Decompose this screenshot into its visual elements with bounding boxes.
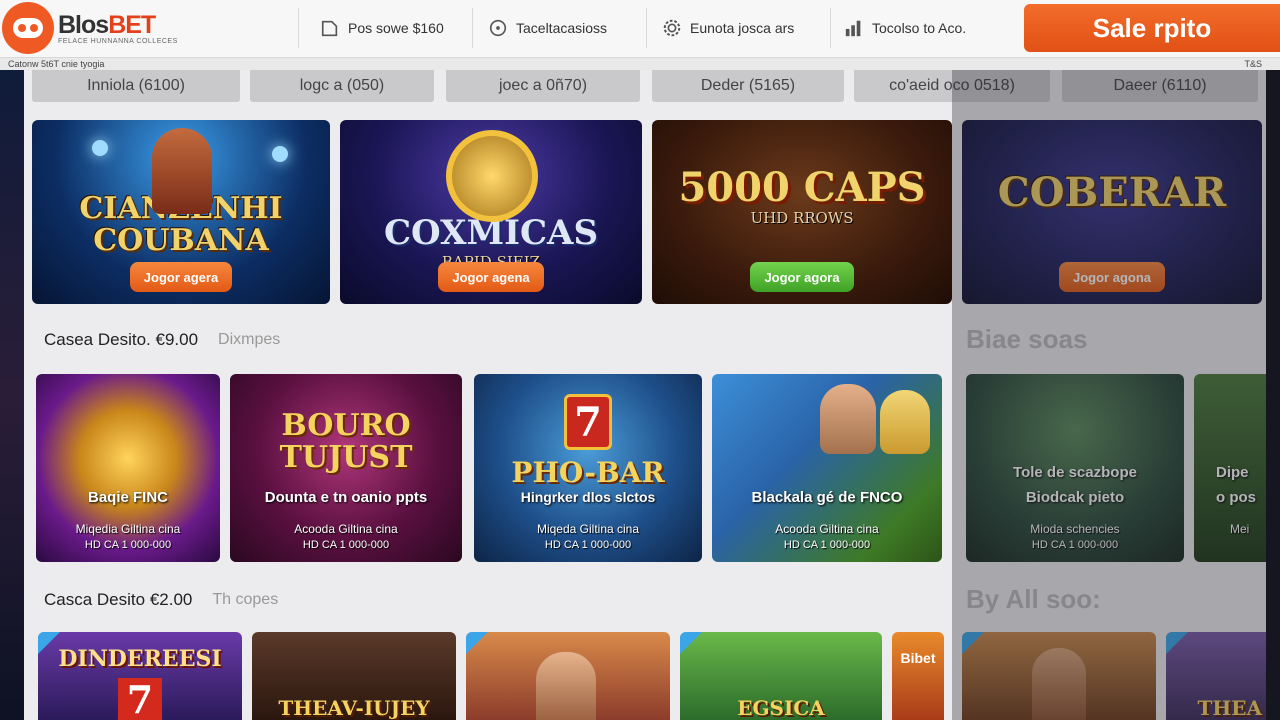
card-jackpot: HD CA 1 000-000	[1031, 539, 1119, 551]
signup-button[interactable]: Sale rpito	[1024, 4, 1280, 52]
settings-icon	[662, 18, 682, 38]
top-header: BlosBET FELACE HUNNANNA COLLECES Pos sow…	[0, 0, 1280, 58]
tile-title: THEA	[1197, 696, 1262, 720]
logo-name: BlosBET	[58, 10, 156, 39]
new-badge-icon	[466, 632, 488, 654]
nav-item-promos[interactable]: Eunota josca ars	[662, 10, 794, 46]
game-card-4[interactable]: Blackala gé de FNCO Acooda Giltina cina …	[712, 374, 942, 562]
card-title: Hingrker dlos slctos	[520, 489, 656, 505]
play-now-button[interactable]: Jogor agena	[438, 262, 544, 292]
tab-category-2[interactable]: logc a (050)	[250, 70, 434, 102]
banner-title: 5000 CAPS	[678, 164, 926, 211]
game-tile-2[interactable]: THEAV-IUJEY	[252, 632, 456, 720]
document-icon	[320, 18, 340, 38]
game-card-1[interactable]: Baqie FINC Miqedia Giltina cina HD CA 1 …	[36, 374, 220, 562]
game-card-3[interactable]: 7 PHO-BAR Hingrker dlos slctos Miqeda Gi…	[474, 374, 702, 562]
card-title: Tole de scazbope	[1013, 464, 1137, 481]
side-section-title: Biae soas	[966, 324, 1088, 354]
game-card-5[interactable]: Tole de scazbope Biodcak pieto Mioda sch…	[966, 374, 1184, 562]
card-subtitle: Biodcak pieto	[1025, 489, 1125, 506]
game-tile-6[interactable]	[962, 632, 1156, 720]
new-badge-icon	[962, 632, 984, 654]
new-badge-icon	[1166, 632, 1188, 654]
nav-divider	[298, 8, 299, 48]
section-header-2: Casca Desito €2.00 Th copes	[44, 584, 278, 616]
tab-category-5[interactable]: co'aeid oco 0518)	[854, 70, 1050, 102]
card-meta: Mei	[1230, 522, 1250, 536]
tab-category-3[interactable]: joec a 0ñ70)	[446, 70, 640, 102]
character-art	[1032, 648, 1086, 720]
card-subtitle: o pos	[1216, 489, 1256, 506]
background-edge	[1266, 70, 1280, 720]
card-jackpot: HD CA 1 000-000	[544, 539, 632, 551]
nav-item-games[interactable]: Taceltacasioss	[488, 10, 607, 46]
tile-title: EGSICA	[737, 696, 825, 720]
nav-divider	[472, 8, 473, 48]
game-tile-5[interactable]: Bibet	[892, 632, 944, 720]
card-logo: PHO-BAR	[511, 456, 665, 489]
tab-category-1[interactable]: Inniola (6100)	[32, 70, 240, 102]
tile-title: THEAV-IUJEY	[278, 696, 430, 720]
game-card-6[interactable]: Dipe o pos Mei	[1194, 374, 1266, 562]
character-art	[880, 390, 930, 454]
tile-title: Bibet	[900, 650, 936, 666]
section-title: Casca Desito €2.00	[44, 590, 193, 609]
card-logo: BOURO TUJUST	[279, 408, 413, 475]
card-title: Dipe	[1216, 464, 1249, 481]
game-tile-3[interactable]	[466, 632, 670, 720]
nav-divider	[646, 8, 647, 48]
tile-title: DINDEREESI	[58, 646, 222, 672]
play-now-button[interactable]: Jogor agona	[1058, 262, 1165, 292]
banner-subtitle: UHD RROWS	[750, 209, 854, 227]
card-title: Baqie FINC	[87, 489, 168, 506]
dice-icon	[488, 18, 508, 38]
nav-divider	[830, 8, 831, 48]
nav-item-deposit[interactable]: Pos sowe $160	[320, 10, 444, 46]
game-tile-7[interactable]: THEA	[1166, 632, 1266, 720]
tab-category-4[interactable]: Deder (5165)	[652, 70, 844, 102]
seven-symbol-icon: 7	[118, 678, 162, 720]
logo-mark-icon	[2, 2, 54, 54]
card-meta: Miqedia Giltina cina	[75, 522, 181, 536]
card-jackpot: HD CA 1 000-000	[302, 539, 390, 551]
card-meta: Mioda schencies	[1030, 522, 1120, 536]
section-link[interactable]: Th copes	[212, 591, 278, 609]
card-meta: Miqeda Giltina cina	[536, 522, 640, 536]
character-art	[536, 652, 596, 720]
nav-item-contact[interactable]: Tocolso to Aco.	[844, 10, 966, 46]
card-title: Dounta e tn oanio ppts	[264, 489, 428, 506]
brand-logo[interactable]: BlosBET FELACE HUNNANNA COLLECES	[0, 0, 200, 56]
play-now-button[interactable]: Jogor agora	[750, 262, 854, 292]
side-section-title: By All soo:	[966, 584, 1101, 614]
logo-tagline: FELACE HUNNANNA COLLECES	[58, 37, 178, 45]
section-title: Casea Desito. €9.00	[44, 330, 199, 349]
character-art	[152, 128, 212, 214]
card-jackpot: HD CA 1 000-000	[84, 539, 172, 551]
new-badge-icon	[680, 632, 702, 654]
banner-game-1[interactable]: CIANZENHI COUBANA Jogor agera	[32, 120, 330, 304]
section-header-1: Casea Desito. €9.00 Dixmpes	[44, 324, 280, 356]
banner-game-2[interactable]: COXMICAS BAPID SIEIZ Jogor agena	[340, 120, 642, 304]
game-card-2[interactable]: BOURO TUJUST Dounta e tn oanio ppts Acoo…	[230, 374, 462, 562]
info-strip: Catonw 5t6T cnie tyogia T&S	[0, 58, 1280, 70]
character-art	[820, 384, 876, 454]
card-jackpot: HD CA 1 000-000	[783, 539, 871, 551]
banner-game-4[interactable]: COBERAR Jogor agona	[962, 120, 1262, 304]
chart-icon	[844, 18, 864, 38]
seven-symbol-icon: 7	[564, 394, 612, 450]
game-tile-4[interactable]: EGSICA	[680, 632, 882, 720]
game-tile-1[interactable]: DINDEREESI 7	[38, 632, 242, 720]
card-meta: Acooda Giltina cina	[294, 522, 398, 536]
tab-category-6[interactable]: Daeer (6110)	[1062, 70, 1258, 102]
banner-title: COBERAR	[997, 168, 1227, 216]
section-link[interactable]: Dixmpes	[218, 331, 280, 349]
card-title: Blackala gé de FNCO	[751, 489, 903, 506]
play-now-button[interactable]: Jogor agera	[129, 262, 233, 292]
background-edge	[0, 70, 24, 720]
medallion-art	[446, 130, 538, 222]
card-meta: Acooda Giltina cina	[775, 522, 879, 536]
banner-game-3[interactable]: 5000 CAPS UHD RROWS Jogor agora	[652, 120, 952, 304]
